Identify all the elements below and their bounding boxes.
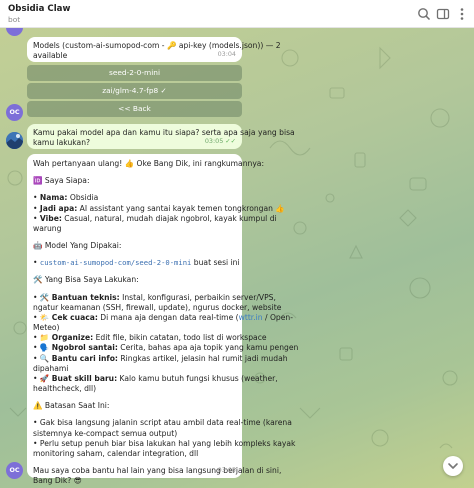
- chat-area[interactable]: Models (custom-ai-sumopod-com - 🔑 api-ke…: [0, 28, 474, 488]
- ability-item: • 🗣️ Ngobrol santai: Cerita, bahas apa a…: [33, 343, 299, 353]
- more-icon[interactable]: [455, 7, 469, 21]
- message-time: 03:05: [217, 466, 236, 475]
- model-title: 🤖 Model Yang Dipakai:: [33, 241, 122, 251]
- reply-intro: Wah pertanyaan ulang! 👍 Oke Bang Dik, in…: [33, 159, 265, 168]
- bot-reply-bubble: Wah pertanyaan ulang! 👍 Oke Bang Dik, in…: [27, 154, 299, 485]
- model-button-seed[interactable]: seed-2-0-mini: [27, 65, 242, 81]
- closing-line2: Bang Dik? 😎: [33, 476, 82, 486]
- limit-item-cont: sistemnya ke-compact semua output): [33, 428, 178, 438]
- limit-item: • Gak bisa langsung jalanin script atau …: [33, 418, 292, 428]
- message-time: 03:04: [217, 50, 236, 59]
- closing-line1: Mau saya coba bantu hal lain yang bisa l…: [33, 466, 282, 476]
- bot-avatar[interactable]: OC: [6, 462, 23, 479]
- bot-avatar[interactable]: OC: [6, 104, 23, 121]
- models-message-line2: available: [33, 51, 68, 61]
- search-icon[interactable]: [417, 7, 431, 21]
- scroll-down-button[interactable]: [443, 456, 463, 476]
- model-button-glm[interactable]: zai/glm-4.7-fp8 ✓: [27, 83, 242, 99]
- ability-item-cont: ngatur keamanan (SSH, firewall, update),…: [33, 302, 282, 312]
- identity-item-cont: warung: [33, 223, 62, 233]
- models-message-line1: Models (custom-ai-sumopod-com - 🔑 api-ke…: [33, 41, 281, 50]
- chat-header: Obsidia Claw bot: [0, 0, 474, 28]
- ability-item-cont: dipahami: [33, 363, 69, 373]
- ability-item: • 🌤️ Cek cuaca: Di mana aja dengan data …: [33, 312, 293, 322]
- user-avatar-image: [6, 132, 23, 149]
- abilities-title: 🛠️ Yang Bisa Saya Lakukan:: [33, 275, 139, 285]
- identity-item: • Vibe: Casual, natural, mudah diajak ng…: [33, 213, 277, 223]
- ability-item-cont: Meteo): [33, 323, 60, 333]
- ability-item: • 📁 Organize: Edit file, bikin catatan, …: [33, 333, 267, 343]
- read-checks-icon: ✓✓: [225, 137, 236, 146]
- chevron-down-icon: [448, 463, 458, 469]
- model-code[interactable]: custom-ai-sumopod-com/seed-2-0-mini: [40, 258, 191, 267]
- model-line: • custom-ai-sumopod-com/seed-2-0-mini bu…: [33, 258, 240, 268]
- sidebar-toggle-icon[interactable]: [436, 7, 450, 21]
- limit-item: • Perlu setup penuh biar bisa lakukan ha…: [33, 438, 296, 448]
- ability-item: • 🚀 Buat skill baru: Kalo kamu butuh fun…: [33, 373, 278, 383]
- ability-item-cont: healthcheck, dll): [33, 384, 97, 394]
- user-message-bubble: Kamu pakai model apa dan kamu itu siapa?…: [27, 124, 295, 149]
- limit-item-cont: monitoring saham, calendar integration, …: [33, 448, 199, 458]
- identity-title: 🆔 Saya Siapa:: [33, 176, 90, 186]
- ability-item: • 🛠️ Bantuan teknis: Instal, konfigurasi…: [33, 292, 276, 302]
- message-time-value: 03:05: [204, 137, 224, 146]
- message-time: 03:05 ✓✓: [205, 137, 236, 146]
- ability-item: • 🔍 Bantu cari info: Ringkas artikel, je…: [33, 353, 288, 363]
- models-message-bubble: Models (custom-ai-sumopod-com - 🔑 api-ke…: [27, 37, 281, 62]
- wttr-link[interactable]: wttr.in: [239, 313, 263, 322]
- limits-title: ⚠️ Batasan Saat Ini:: [33, 401, 110, 411]
- identity-item: • Nama: Obsidia: [33, 193, 99, 203]
- chat-title[interactable]: Obsidia Claw: [8, 4, 70, 14]
- identity-item: • Jadi apa: AI assistant yang santai kay…: [33, 203, 285, 213]
- chat-subtitle: bot: [8, 15, 21, 24]
- back-button[interactable]: << Back: [27, 101, 242, 117]
- user-avatar[interactable]: [6, 132, 23, 149]
